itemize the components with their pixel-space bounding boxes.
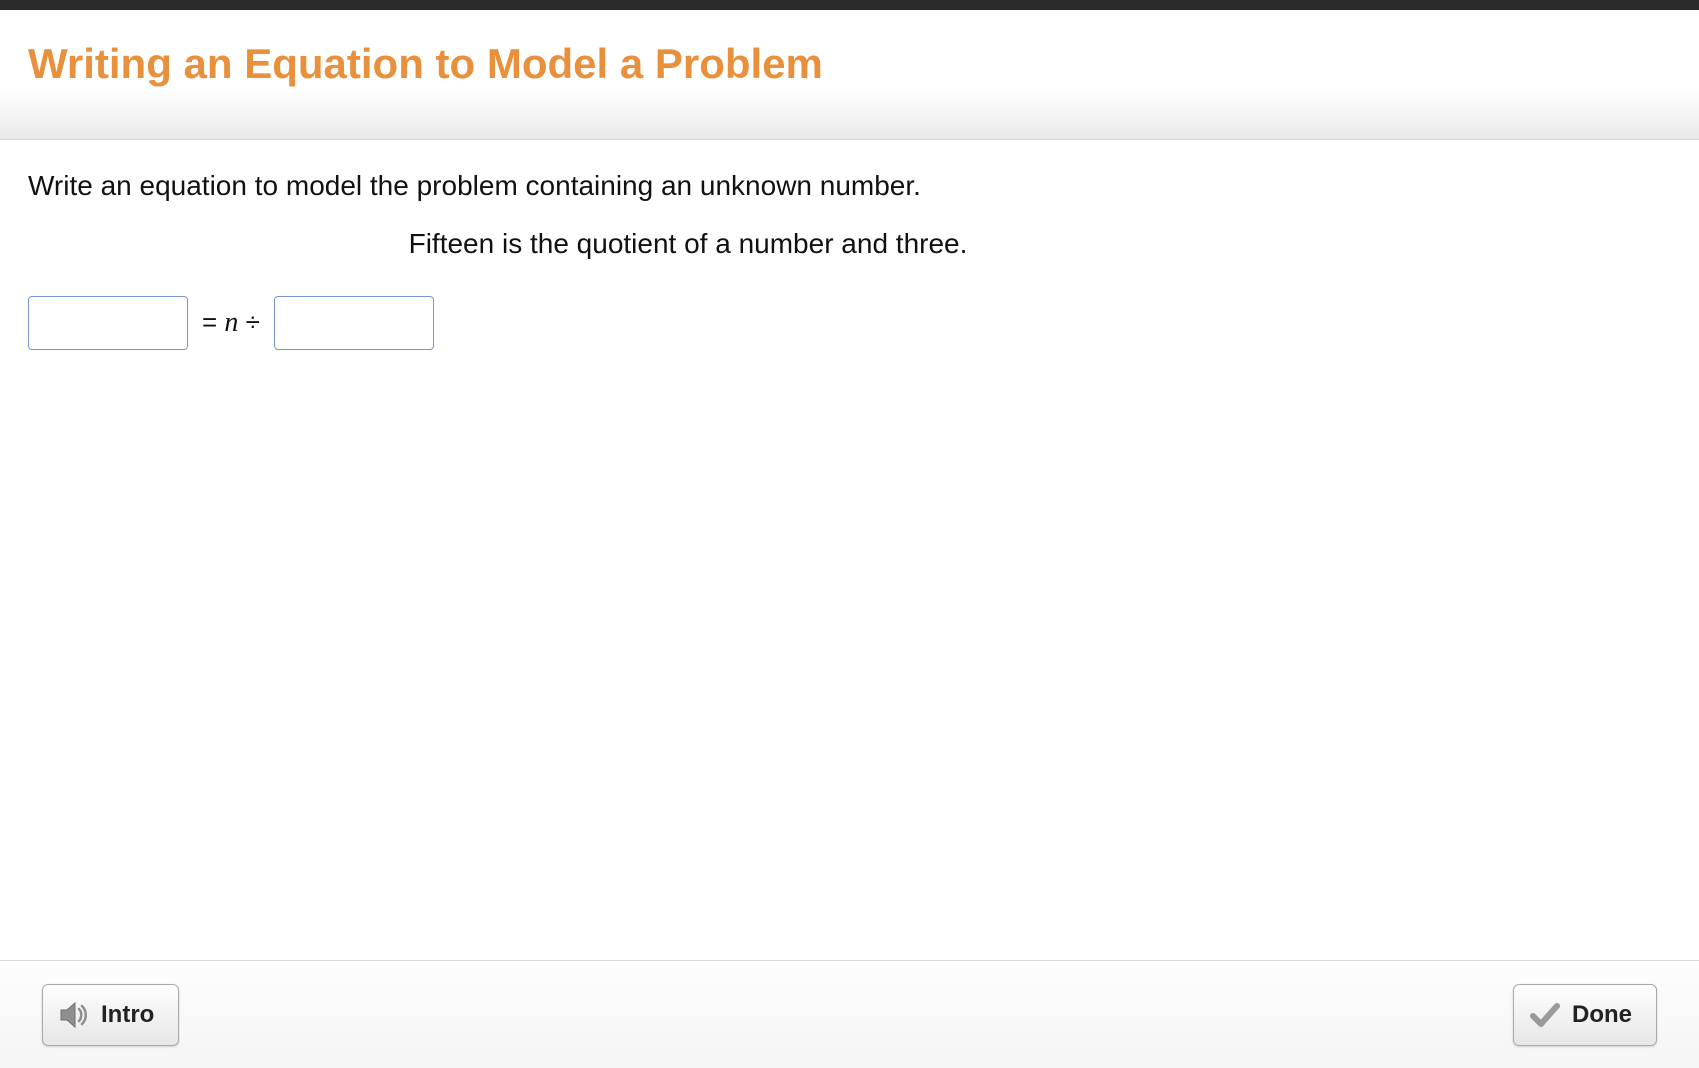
equation-row: = n ÷	[28, 296, 1671, 350]
footer-bar: Intro Done	[0, 960, 1699, 1068]
done-button[interactable]: Done	[1513, 984, 1657, 1046]
equation-middle-text: = n ÷	[198, 307, 264, 339]
prompt-text: Write an equation to model the problem c…	[28, 170, 1671, 202]
done-button-label: Done	[1572, 1001, 1632, 1029]
window-top-strip	[0, 0, 1699, 10]
header-band: Writing an Equation to Model a Problem	[0, 10, 1699, 140]
content-area: Write an equation to model the problem c…	[0, 140, 1699, 960]
check-icon	[1528, 998, 1562, 1032]
equation-right-input[interactable]	[274, 296, 434, 350]
intro-button-label: Intro	[101, 1001, 154, 1029]
problem-statement: Fifteen is the quotient of a number and …	[28, 228, 1348, 260]
speaker-icon	[57, 998, 91, 1032]
intro-button[interactable]: Intro	[42, 984, 179, 1046]
equation-left-input[interactable]	[28, 296, 188, 350]
page-title: Writing an Equation to Model a Problem	[28, 40, 1671, 88]
